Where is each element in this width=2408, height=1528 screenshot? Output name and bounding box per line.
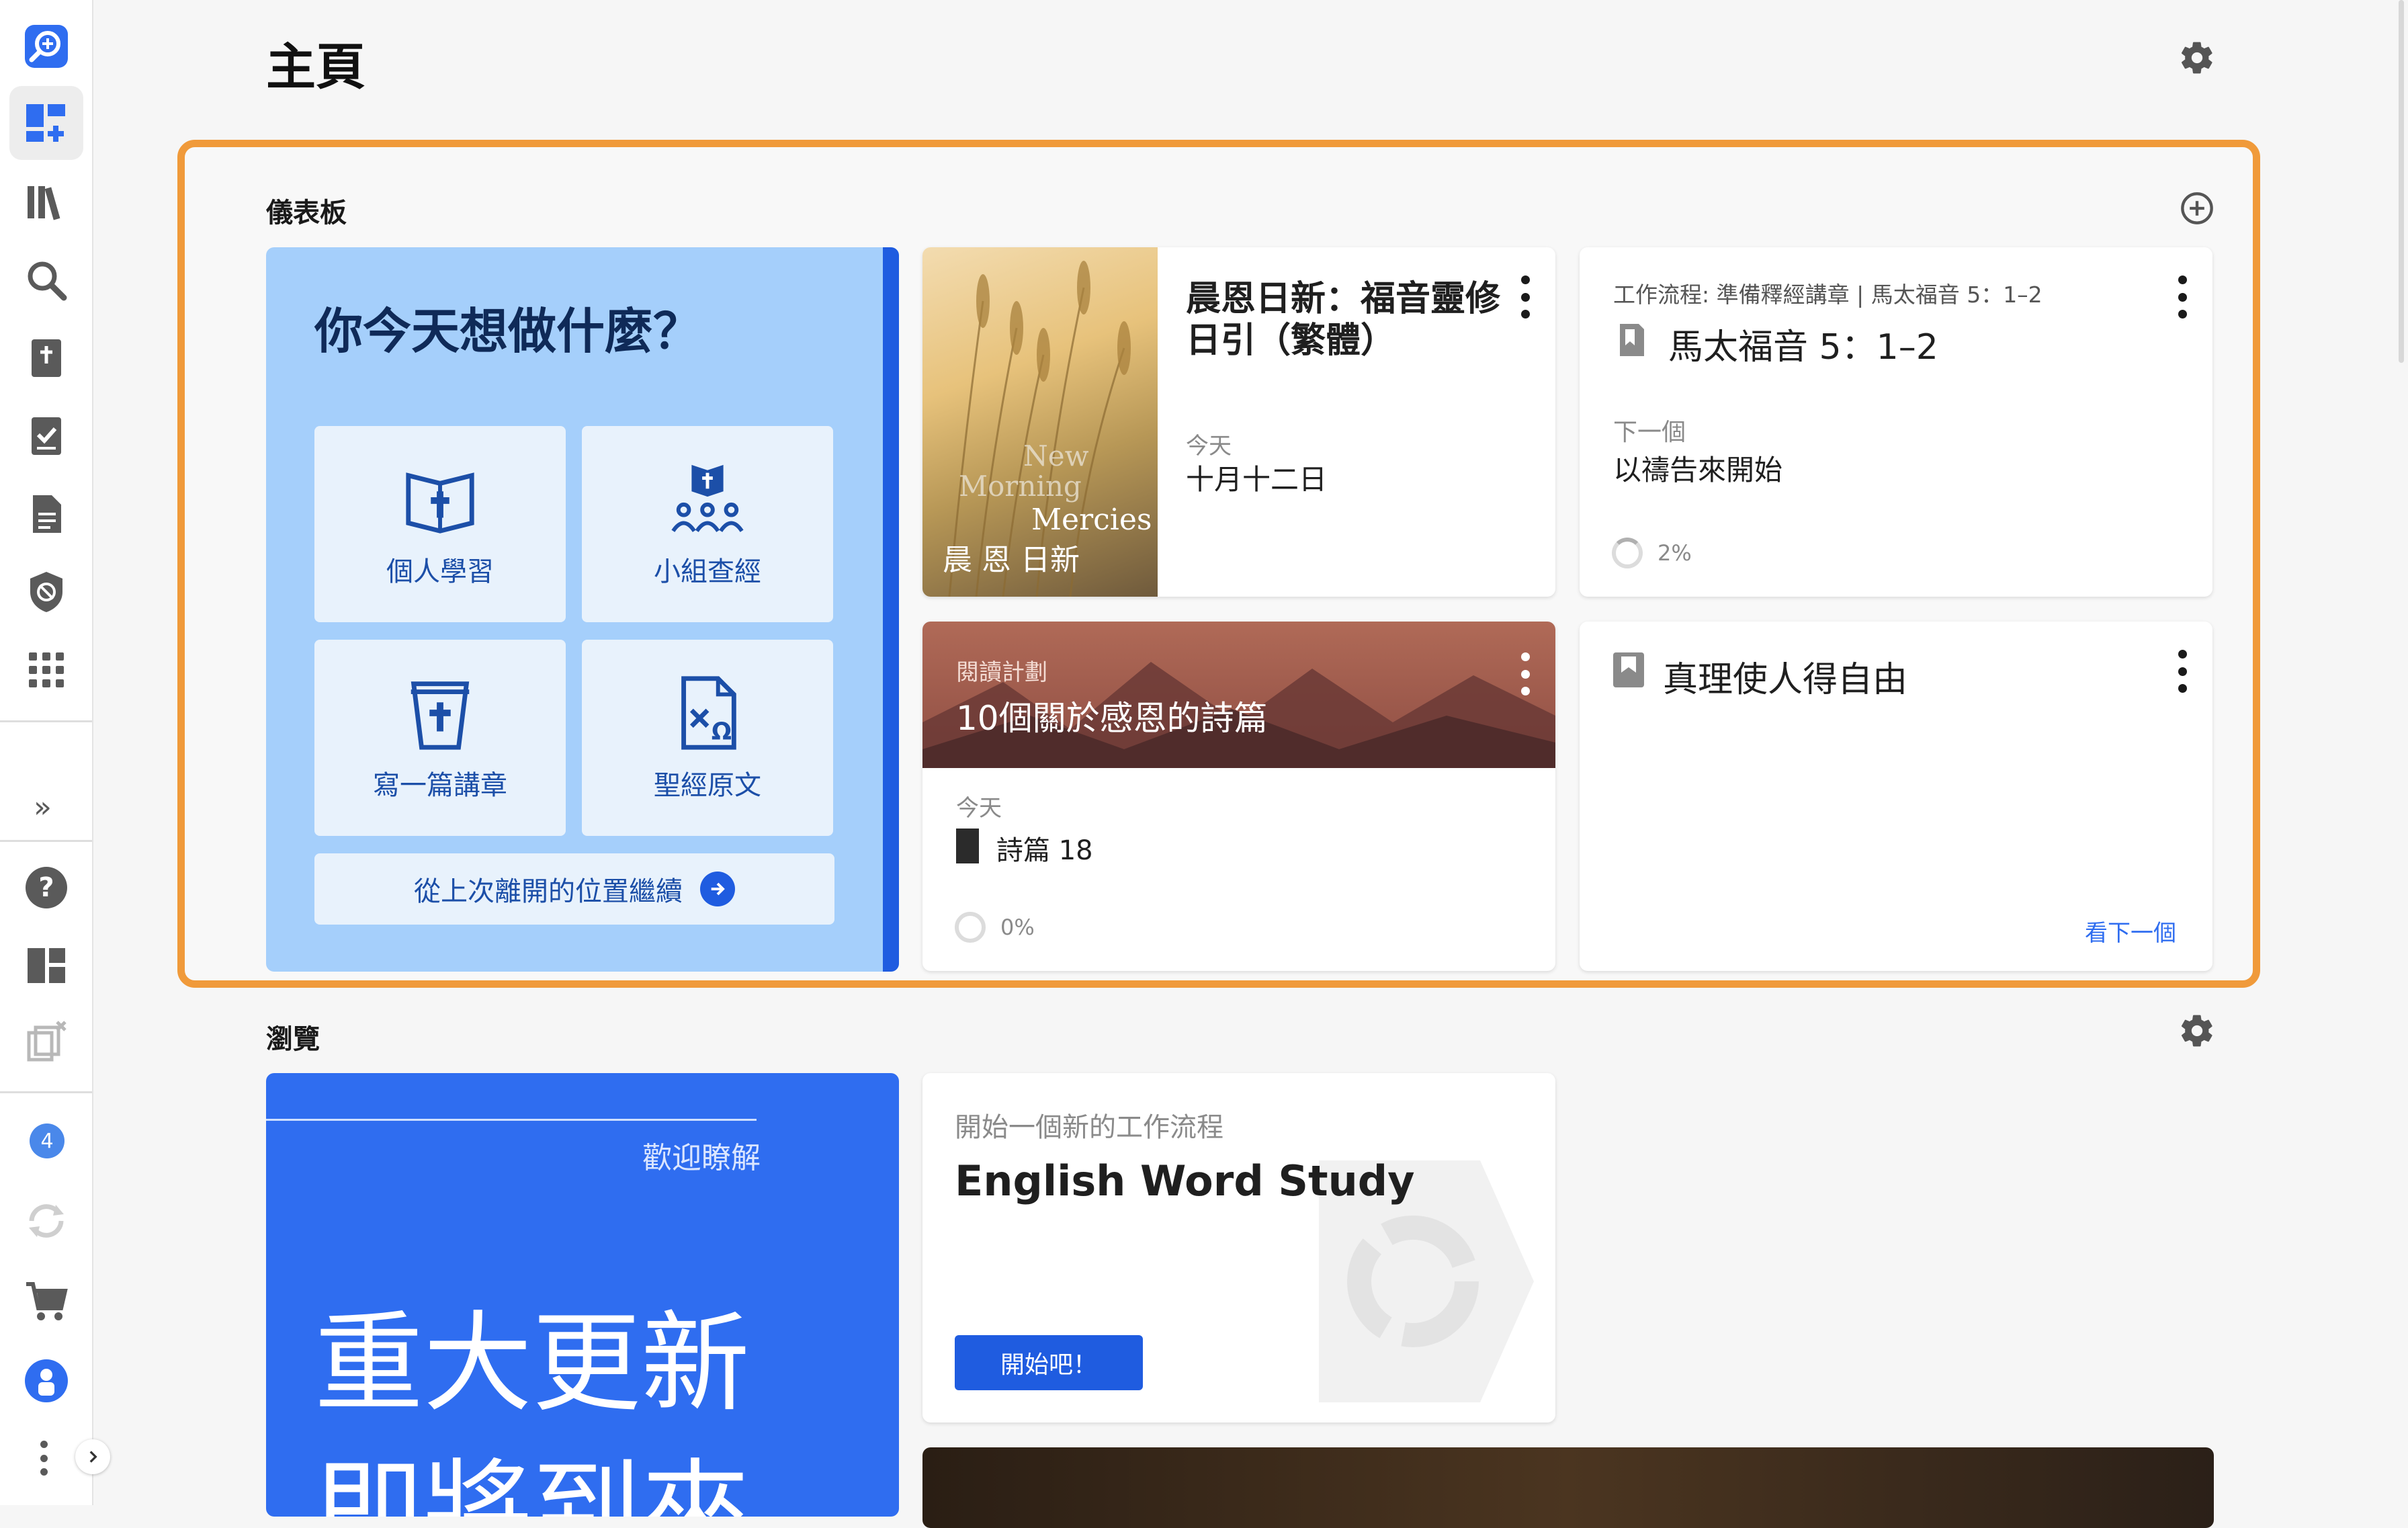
devotional-more-icon[interactable] <box>1515 275 1535 319</box>
svg-text:New: New <box>1023 439 1089 472</box>
reading-plan-more-icon[interactable] <box>1515 652 1535 695</box>
notification-badge[interactable]: 4 <box>30 1123 64 1158</box>
continue-label: 從上次離開的位置繼續 <box>414 876 683 907</box>
svg-text:Mercies: Mercies <box>1031 503 1152 537</box>
start-workflow-card[interactable]: 開始一個新的工作流程 English Word Study 開始吧！ <box>922 1073 1555 1423</box>
update-headline-1: 重大更新 <box>314 1301 750 1427</box>
book-icon <box>956 829 979 863</box>
browse-title: 瀏覽 <box>266 1024 320 1055</box>
tile-write-sermon[interactable]: 寫一篇講章 <box>314 640 566 836</box>
welcome-card-stripe <box>883 247 899 972</box>
truth-more-icon[interactable] <box>2172 650 2192 693</box>
cart-icon[interactable] <box>9 1265 83 1339</box>
major-update-card[interactable]: 歡迎瞭解 重大更新 即將到來 <box>266 1073 899 1517</box>
devotional-date: 十月十二日 <box>1186 463 1328 496</box>
original-language-icon: Ω <box>681 676 736 750</box>
welcome-card: 你今天想做什麼？ 個人學習 小組查經 寫一篇講章 Ω 聖經原文 從上次離開的位置… <box>266 247 899 972</box>
group-study-icon <box>671 464 744 532</box>
svg-text:Morning: Morning <box>959 470 1082 503</box>
reading-plan-progress-ring <box>955 912 986 943</box>
welcome-question: 你今天想做什麼？ <box>314 303 702 359</box>
workflow-more-icon[interactable] <box>2172 275 2192 319</box>
workflow-card[interactable]: 工作流程: 準備釋經講章 | 馬太福音 5：1–2 馬太福音 5：1–2 下一個… <box>1580 247 2212 597</box>
checklist-icon[interactable] <box>9 399 83 473</box>
help-icon[interactable]: ? <box>9 851 83 925</box>
tile-group-study[interactable]: 小組查經 <box>582 426 833 622</box>
workflow-title: 馬太福音 5：1–2 <box>1668 327 1938 368</box>
expand-sidebar-button[interactable]: » <box>34 790 52 824</box>
apps-grid-icon[interactable] <box>9 633 83 707</box>
sidebar-divider <box>0 720 92 722</box>
layout-icon[interactable] <box>9 929 83 1003</box>
settings-gear-icon[interactable] <box>2178 39 2216 77</box>
featured-dark-card[interactable] <box>922 1447 2214 1528</box>
add-widget-icon[interactable] <box>2180 191 2214 226</box>
workflow-bookmark-icon <box>1620 324 1644 356</box>
browse-settings-gear-icon[interactable] <box>2178 1012 2216 1050</box>
sidebar-divider <box>0 1091 92 1093</box>
svg-text:Ω: Ω <box>712 718 732 745</box>
more-menu-icon[interactable] <box>40 1441 48 1476</box>
continue-where-left-off-button[interactable]: 從上次離開的位置繼續 <box>314 853 834 925</box>
workflow-next-step: 以禱告來開始 <box>1613 454 1783 486</box>
sermon-cup-icon <box>411 681 470 750</box>
help-label: ? <box>26 867 67 908</box>
devotional-date-label: 今天 <box>1186 433 1232 460</box>
search-icon[interactable] <box>9 243 83 317</box>
start-workflow-title: English Word Study <box>955 1156 1415 1205</box>
tile-label: 小組查經 <box>654 556 761 587</box>
sync-icon[interactable] <box>9 1184 83 1258</box>
truth-title: 真理使人得自由 <box>1663 660 1908 700</box>
reading-plan-banner: 閱讀計劃 10個關於感恩的詩篇 <box>922 622 1555 768</box>
reading-plan-progress: 0% <box>1000 915 1035 940</box>
start-workflow-kicker: 開始一個新的工作流程 <box>955 1112 1223 1143</box>
see-next-link[interactable]: 看下一個 <box>2085 915 2176 947</box>
dashboard-add-icon[interactable] <box>9 86 83 160</box>
close-panels-icon[interactable] <box>9 1005 83 1079</box>
update-kicker: 歡迎瞭解 <box>642 1141 761 1175</box>
sidebar-divider <box>0 840 92 842</box>
workflow-subtitle: 工作流程: 準備釋經講章 | 馬太福音 5：1–2 <box>1613 282 2042 308</box>
shield-icon[interactable] <box>9 555 83 629</box>
update-headline-2: 即將到來 <box>314 1449 750 1517</box>
reading-plan-card[interactable]: 閱讀計劃 10個關於感恩的詩篇 今天 詩篇 18 0% <box>922 622 1555 971</box>
workflow-next-label: 下一個 <box>1613 419 1686 446</box>
chevron-right-icon[interactable] <box>75 1439 110 1474</box>
account-avatar[interactable] <box>9 1344 83 1418</box>
dashboard-title: 儀表板 <box>266 198 347 228</box>
page-title: 主頁 <box>266 38 366 96</box>
workflow-progress-ring <box>1612 538 1643 568</box>
library-icon[interactable] <box>9 165 83 239</box>
tile-original-language[interactable]: Ω 聖經原文 <box>582 640 833 836</box>
truth-card[interactable]: 真理使人得自由 看下一個 <box>1580 622 2212 971</box>
document-icon[interactable] <box>9 477 83 551</box>
devotional-card[interactable]: New Morning Mercies 晨 恩 日新 晨恩日新：福音靈修日引（繁… <box>922 247 1555 597</box>
arrow-right-icon <box>700 872 735 906</box>
logo-search-icon[interactable] <box>9 9 83 83</box>
workflow-progress: 2% <box>1658 540 1692 566</box>
open-book-cross-icon <box>406 472 474 534</box>
devotional-title: 晨恩日新：福音靈修日引（繁體） <box>1186 279 1501 361</box>
tile-personal-study[interactable]: 個人學習 <box>314 426 566 622</box>
devotional-cover-image: New Morning Mercies 晨 恩 日新 <box>922 247 1158 597</box>
tile-label: 聖經原文 <box>654 770 761 801</box>
page-scrollbar[interactable] <box>2399 0 2404 363</box>
reading-plan-date-label: 今天 <box>956 795 1002 822</box>
reading-plan-title: 10個關於感恩的詩篇 <box>956 699 1268 738</box>
reading-plan-kicker: 閱讀計劃 <box>956 659 1047 686</box>
sidebar: » ? 4 <box>0 0 93 1505</box>
bible-icon[interactable] <box>9 321 83 395</box>
update-card-rule <box>266 1119 757 1121</box>
reading-plan-reading[interactable]: 詩篇 18 <box>996 829 1093 867</box>
svg-text:晨 恩 日新: 晨 恩 日新 <box>943 543 1080 577</box>
start-workflow-button[interactable]: 開始吧！ <box>955 1335 1143 1390</box>
tile-label: 個人學習 <box>386 556 494 587</box>
collection-bookmark-icon <box>1613 652 1644 687</box>
tile-label: 寫一篇講章 <box>373 770 507 801</box>
